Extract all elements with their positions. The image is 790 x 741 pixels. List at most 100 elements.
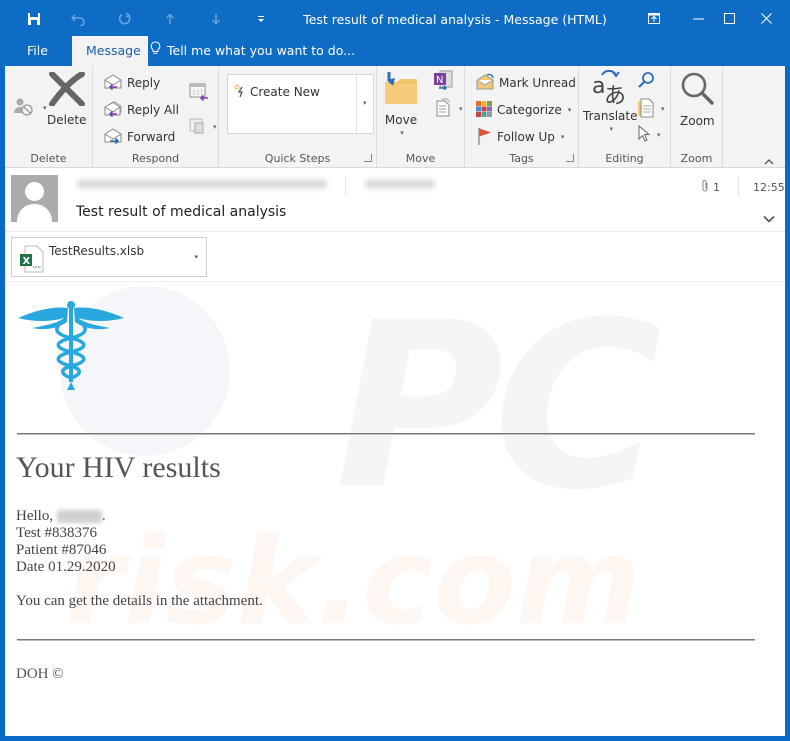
translate-button[interactable]: aあ Translate ▾: [583, 69, 638, 133]
zoom-button[interactable]: Zoom: [680, 72, 715, 128]
lightbulb-icon: [150, 36, 161, 66]
follow-up-dropdown-icon: ▾: [560, 133, 565, 141]
test-number: Test #838376: [16, 525, 98, 541]
ribbon-group-zoom: Zoom Zoom: [671, 66, 723, 168]
sender-avatar: [11, 175, 58, 222]
svg-text:あ: あ: [604, 84, 626, 105]
ribbon-tabs: File Message Tell me what you want to do…: [0, 36, 790, 66]
reply-label: Reply: [127, 76, 161, 90]
mark-unread-icon: [475, 73, 495, 94]
ribbon-group-delete: ▾ Delete Delete: [5, 66, 93, 168]
delete-button[interactable]: Delete: [47, 71, 87, 127]
watermark-risk: risk.com: [65, 513, 641, 652]
cursor-arrow-icon: [637, 124, 651, 146]
minimize-icon[interactable]: [683, 6, 713, 30]
create-new-quick-step[interactable]: Create New: [234, 81, 320, 103]
tell-me-placeholder: Tell me what you want to do...: [167, 43, 356, 58]
rules-button[interactable]: ▾: [433, 98, 463, 120]
outlook-message-window: Test result of medical analysis - Messag…: [0, 0, 790, 741]
mark-unread-button[interactable]: Mark Unread: [475, 72, 576, 94]
ribbon-group-respond: Reply Reply All Forward ▾ Respond: [93, 66, 219, 168]
reply-button[interactable]: Reply: [103, 72, 160, 94]
attachment-item[interactable]: X TestResults.xlsb ▾: [11, 237, 207, 277]
group-label-zoom: Zoom: [680, 152, 713, 165]
quick-steps-launcher-icon[interactable]: [364, 154, 372, 162]
reply-all-label: Reply All: [127, 103, 179, 117]
move-dropdown-icon: ▾: [400, 129, 404, 137]
reply-all-icon: [103, 100, 123, 121]
footer-signature: DOH ©: [16, 666, 64, 682]
select-button[interactable]: ▾: [637, 124, 661, 146]
categorize-button[interactable]: Categorize ▾: [475, 99, 571, 121]
collapse-ribbon-icon[interactable]: [764, 150, 774, 169]
reply-all-button[interactable]: Reply All: [103, 99, 179, 121]
divider-top: [17, 433, 755, 435]
group-label-respond: Respond: [131, 152, 180, 165]
expand-header-icon[interactable]: [763, 208, 775, 227]
select-dropdown-icon: ▾: [657, 131, 661, 139]
flag-icon: [477, 127, 493, 148]
group-label-move: Move: [405, 152, 436, 165]
tab-message[interactable]: Message: [72, 36, 148, 66]
zoom-magnifier-icon: [680, 72, 714, 109]
sender-redacted[interactable]: [77, 179, 327, 189]
meeting-reply-button[interactable]: [189, 82, 209, 104]
translate-dropdown-icon: ▾: [609, 125, 613, 133]
calendar-reply-icon: [189, 82, 209, 105]
related-button[interactable]: ▾: [637, 98, 665, 120]
recipient-name-redacted: [56, 510, 102, 524]
move-label: Move: [384, 113, 418, 127]
translate-label: Translate: [583, 109, 638, 123]
message-reading-pane: Test result of medical analysis 1 12:55 …: [5, 168, 785, 736]
details-text: You can get the details in the attachmen…: [16, 593, 263, 609]
recipient-redacted: [365, 179, 435, 189]
delete-label: Delete: [47, 113, 87, 127]
paperclip-icon: [701, 179, 709, 196]
tell-me-search[interactable]: Tell me what you want to do...: [150, 36, 355, 66]
message-header: Test result of medical analysis 1 12:55: [5, 168, 785, 232]
close-icon[interactable]: [751, 6, 781, 30]
move-folder-icon: [383, 70, 419, 109]
greeting-line: Hello, .: [16, 508, 106, 524]
categorize-label: Categorize: [497, 103, 562, 117]
ribbon-display-options-icon[interactable]: [639, 6, 669, 30]
group-label-tags: Tags: [509, 152, 534, 165]
translate-icon: aあ: [590, 69, 630, 109]
quick-steps-gallery[interactable]: Create New ▾: [227, 74, 374, 134]
ignore-icon: [13, 97, 37, 120]
lightning-icon: [234, 84, 246, 101]
test-date: Date 01.29.2020: [16, 559, 116, 575]
group-label-quick-steps: Quick Steps: [264, 152, 331, 165]
forward-icon: [103, 127, 123, 148]
related-document-icon: [637, 98, 655, 121]
more-respond-button[interactable]: ▾: [189, 116, 217, 138]
message-time: 12:55: [753, 181, 785, 194]
tab-file[interactable]: File: [13, 36, 62, 66]
message-body: PC risk.com Your HIV results Hello, . Te…: [5, 283, 785, 736]
forward-button[interactable]: Forward: [103, 126, 175, 148]
categorize-icon: [475, 100, 493, 121]
onenote-button[interactable]: N: [433, 70, 453, 92]
related-dropdown-icon: ▾: [661, 105, 665, 113]
ignore-button[interactable]: ▾: [13, 97, 47, 119]
excel-file-icon: X: [20, 245, 44, 277]
maximize-icon[interactable]: [714, 6, 744, 30]
find-button[interactable]: [637, 70, 655, 92]
message-subject: Test result of medical analysis: [76, 204, 287, 220]
title-bar: Test result of medical analysis - Messag…: [0, 0, 790, 36]
divider-bottom: [17, 639, 755, 641]
follow-up-button[interactable]: Follow Up ▾: [477, 126, 564, 148]
rules-dropdown-icon: ▾: [459, 105, 463, 113]
more-respond-icon: [189, 117, 207, 138]
forward-label: Forward: [127, 130, 176, 144]
ignore-dropdown-icon: ▾: [43, 104, 47, 112]
ribbon-group-move: Move ▾ N ▾ Move: [377, 66, 465, 168]
svg-text:X: X: [23, 256, 31, 267]
attachment-dropdown-icon[interactable]: ▾: [194, 253, 198, 261]
quick-steps-dropdown-icon[interactable]: ▾: [363, 99, 367, 107]
tags-launcher-icon[interactable]: [566, 154, 574, 162]
more-respond-dropdown-icon: ▾: [213, 123, 217, 131]
delete-x-icon: [48, 71, 86, 109]
move-button[interactable]: Move ▾: [383, 70, 419, 137]
follow-up-label: Follow Up: [497, 130, 555, 144]
